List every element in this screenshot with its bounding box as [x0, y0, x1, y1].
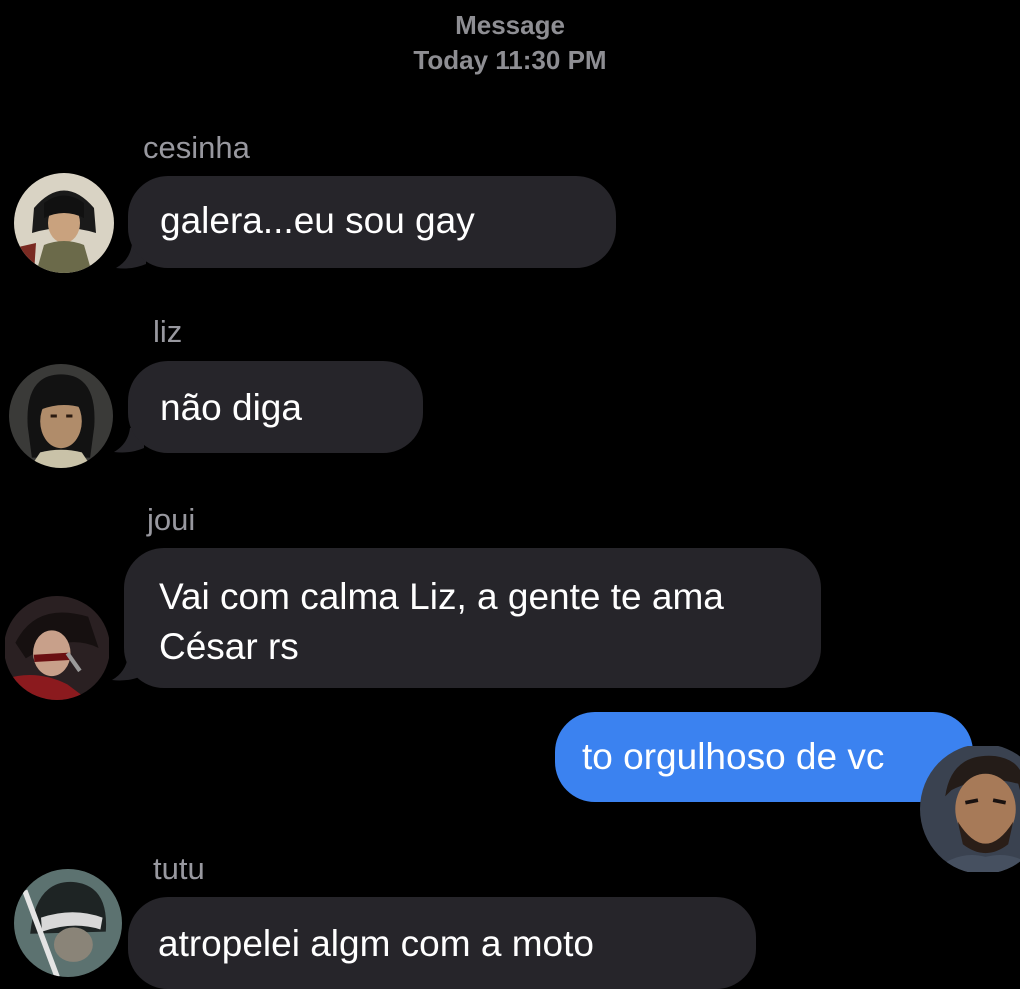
message-bubble[interactable]: Vai com calma Liz, a gente te ama César …: [124, 548, 821, 688]
message-bubble[interactable]: galera...eu sou gay: [128, 176, 616, 268]
sender-name: joui: [147, 502, 196, 537]
message-text-line: César rs: [159, 626, 299, 667]
avatar[interactable]: [14, 869, 122, 977]
message-bubble[interactable]: atropelei algm com a moto: [128, 897, 756, 989]
message-text: não diga: [160, 387, 302, 428]
avatar[interactable]: [14, 173, 114, 273]
message-bubble-outgoing[interactable]: to orgulhoso de vc: [555, 712, 973, 802]
conversation-timestamp: Today 11:30 PM: [413, 45, 607, 75]
avatar-joui-image: [5, 596, 109, 700]
message-text: atropelei algm com a moto: [158, 923, 594, 964]
avatar-tutu-image: [14, 869, 122, 977]
avatar[interactable]: [9, 364, 113, 468]
sender-name: cesinha: [143, 130, 250, 165]
conversation-title: Message: [455, 10, 565, 40]
avatar-cesinha-image: [14, 173, 114, 273]
avatar[interactable]: [4, 596, 110, 700]
message-text: to orgulhoso de vc: [582, 736, 885, 777]
sender-name: liz: [153, 314, 183, 349]
message-text: galera...eu sou gay: [160, 200, 475, 241]
message-bubble[interactable]: não diga: [128, 361, 423, 453]
avatar-liz-image: [9, 364, 113, 468]
sender-name: tutu: [153, 851, 205, 886]
message-text-line: Vai com calma Liz, a gente te ama: [159, 576, 724, 617]
